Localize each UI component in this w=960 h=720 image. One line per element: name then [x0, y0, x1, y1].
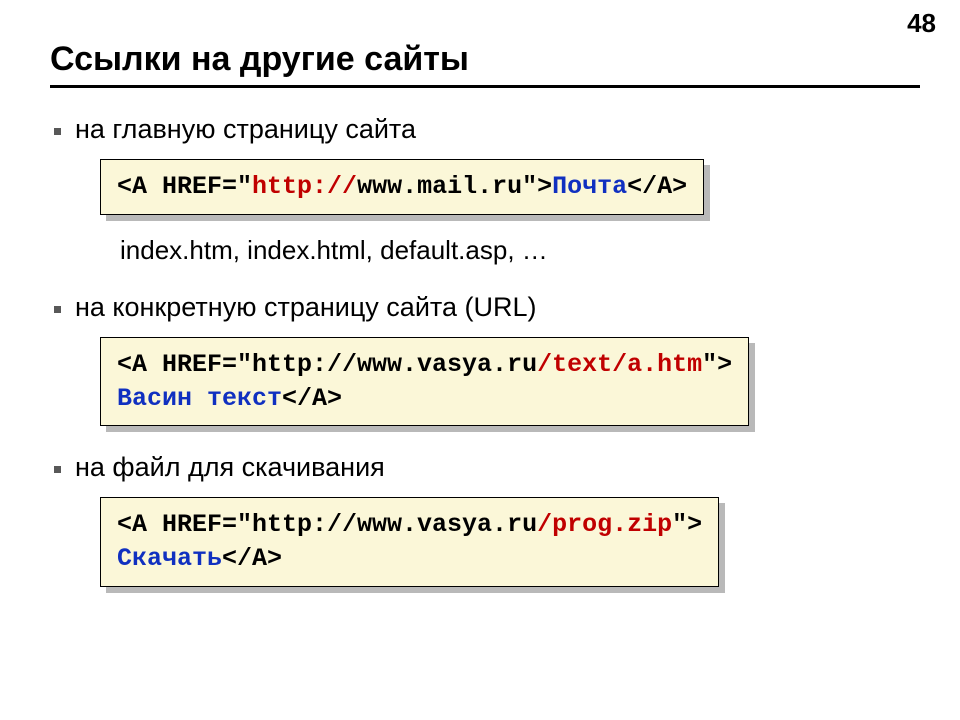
code-text: <A HREF="http://www.vasya.ru — [117, 510, 537, 539]
code-text: </A> — [222, 544, 282, 573]
slide-title: Ссылки на другие сайты — [50, 40, 920, 88]
code-highlight-red: /prog.zip — [537, 510, 672, 539]
bullet-dot-icon — [54, 306, 61, 313]
code-text: "> — [672, 510, 702, 539]
code-example: <A HREF="http://www.vasya.ru/prog.zip"> … — [100, 497, 920, 587]
code-text: "> — [702, 350, 732, 379]
code-block: <A HREF="http://www.mail.ru">Почта</A> — [100, 159, 704, 215]
code-block: <A HREF="http://www.vasya.ru/text/a.htm"… — [100, 337, 749, 427]
code-text: </A> — [627, 172, 687, 201]
code-highlight-red: /text/a.htm — [537, 350, 702, 379]
sub-text: index.htm, index.html, default.asp, … — [120, 235, 920, 266]
code-highlight-blue: Васин текст — [117, 384, 282, 413]
bullet-item: на файл для скачивания — [50, 452, 920, 483]
code-text: </A> — [282, 384, 342, 413]
code-highlight-blue: Скачать — [117, 544, 222, 573]
slide: 48 Ссылки на другие сайты на главную стр… — [0, 0, 960, 720]
bullet-text: на главную страницу сайта — [75, 114, 416, 145]
bullet-item: на главную страницу сайта — [50, 114, 920, 145]
page-number: 48 — [907, 8, 936, 39]
code-highlight-red: http:// — [252, 172, 357, 201]
code-text: <A HREF="http://www.vasya.ru — [117, 350, 537, 379]
bullet-dot-icon — [54, 466, 61, 473]
code-text: <A HREF=" — [117, 172, 252, 201]
bullet-dot-icon — [54, 128, 61, 135]
code-text: www.mail.ru"> — [357, 172, 552, 201]
bullet-text: на конкретную страницу сайта (URL) — [75, 292, 536, 323]
bullet-text: на файл для скачивания — [75, 452, 385, 483]
code-highlight-blue: Почта — [552, 172, 627, 201]
bullet-item: на конкретную страницу сайта (URL) — [50, 292, 920, 323]
code-example: <A HREF="http://www.vasya.ru/text/a.htm"… — [100, 337, 920, 427]
code-example: <A HREF="http://www.mail.ru">Почта</A> — [100, 159, 920, 215]
code-block: <A HREF="http://www.vasya.ru/prog.zip"> … — [100, 497, 719, 587]
